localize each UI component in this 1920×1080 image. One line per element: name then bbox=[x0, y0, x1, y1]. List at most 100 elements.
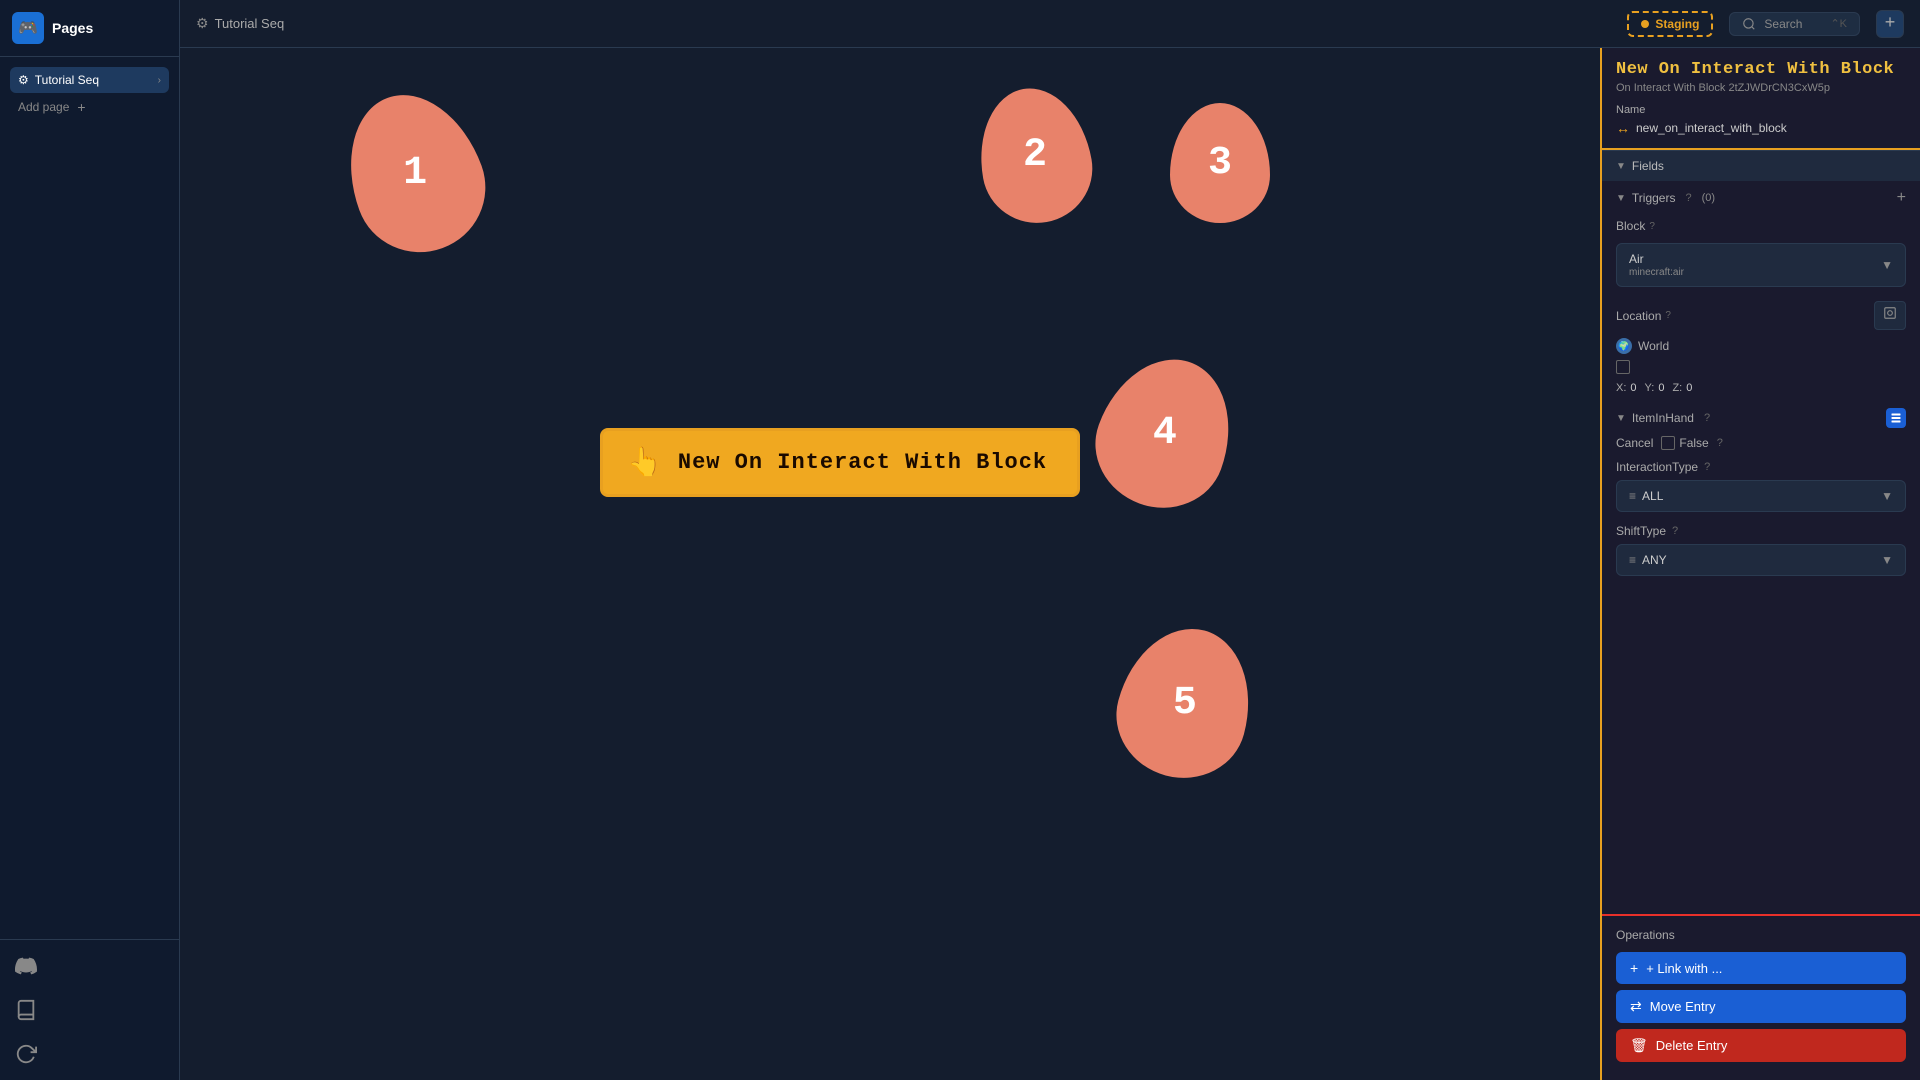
move-btn-label: Move Entry bbox=[1650, 999, 1716, 1014]
triggers-add-icon[interactable]: + bbox=[1897, 189, 1906, 207]
item-in-hand-chevron-icon: ▼ bbox=[1616, 413, 1626, 424]
location-checkbox[interactable] bbox=[1616, 360, 1630, 374]
delete-btn-label: Delete Entry bbox=[1656, 1038, 1728, 1053]
search-icon bbox=[1742, 17, 1756, 31]
location-world: 🌍 World bbox=[1616, 338, 1906, 354]
logo-symbol: 🎮 bbox=[18, 18, 38, 38]
search-shortcut: ⌃K bbox=[1830, 17, 1847, 30]
shape-4-number: 4 bbox=[1153, 410, 1177, 455]
triggers-chevron-icon: ▼ bbox=[1616, 193, 1626, 204]
name-value: new_on_interact_with_block bbox=[1636, 121, 1787, 135]
fields-section-header[interactable]: ▼ Fields bbox=[1602, 150, 1920, 181]
triggers-subsection-header[interactable]: ▼ Triggers ? (0) + bbox=[1602, 181, 1920, 213]
cancel-help-icon[interactable]: ? bbox=[1717, 437, 1723, 449]
topbar: ⚙ Tutorial Seq Staging Search ⌃K + bbox=[180, 0, 1920, 48]
block-select-sub: minecraft:air bbox=[1629, 267, 1684, 278]
y-value: 0 bbox=[1658, 382, 1664, 394]
discord-icon[interactable] bbox=[12, 952, 40, 980]
item-in-hand-help-icon[interactable]: ? bbox=[1704, 412, 1710, 424]
xyz-row: X: 0 Y: 0 Z: 0 bbox=[1616, 382, 1906, 394]
interaction-type-label: InteractionType ? bbox=[1616, 460, 1906, 474]
y-label: Y: bbox=[1645, 382, 1655, 394]
shift-type-select[interactable]: ≡ ANY ▼ bbox=[1616, 544, 1906, 576]
location-header: Location ? bbox=[1616, 301, 1906, 330]
staging-badge[interactable]: Staging bbox=[1627, 11, 1713, 37]
y-field: Y: 0 bbox=[1645, 382, 1665, 394]
block-field-value: Air minecraft:air ▼ bbox=[1602, 239, 1920, 295]
shape-3-number: 3 bbox=[1208, 141, 1232, 186]
sidebar-item-label: Tutorial Seq bbox=[35, 73, 99, 87]
sidebar: 🎮 Pages ⚙ Tutorial Seq › Add page + bbox=[0, 0, 180, 1080]
sidebar-item-tutorial-seq[interactable]: ⚙ Tutorial Seq › bbox=[10, 67, 169, 93]
item-in-hand-badge[interactable] bbox=[1886, 408, 1906, 428]
x-value: 0 bbox=[1630, 382, 1636, 394]
search-bar[interactable]: Search ⌃K bbox=[1729, 12, 1860, 36]
add-button[interactable]: + bbox=[1876, 10, 1904, 38]
interaction-type-value: ALL bbox=[1642, 489, 1875, 503]
item-in-hand-label: ItemInHand bbox=[1632, 411, 1694, 425]
block-help-icon[interactable]: ? bbox=[1649, 221, 1655, 232]
triggers-help-icon[interactable]: ? bbox=[1685, 192, 1691, 204]
link-btn-label: + Link with ... bbox=[1646, 961, 1722, 976]
staging-dot bbox=[1641, 20, 1649, 28]
block-field-row: Block ? bbox=[1602, 213, 1920, 239]
app-title: Pages bbox=[52, 20, 93, 36]
add-page-label: Add page bbox=[18, 100, 69, 114]
add-icon: + bbox=[1885, 14, 1896, 34]
shift-list-icon: ≡ bbox=[1629, 553, 1636, 567]
shift-type-section: ShiftType ? ≡ ANY ▼ bbox=[1602, 520, 1920, 584]
link-with-button[interactable]: + + Link with ... bbox=[1616, 952, 1906, 984]
shift-type-label: ShiftType ? bbox=[1616, 524, 1906, 538]
block-select-content: Air minecraft:air bbox=[1629, 252, 1684, 278]
move-icon: ⇄ bbox=[1630, 998, 1642, 1015]
fields-label: Fields bbox=[1632, 159, 1664, 173]
block-select-chevron-icon: ▼ bbox=[1881, 258, 1893, 272]
name-icon: ↔ bbox=[1616, 120, 1630, 136]
right-panel-subtitle: On Interact With Block 2tZJWDrCN3CxW5p bbox=[1616, 82, 1906, 94]
breadcrumb: ⚙ Tutorial Seq bbox=[196, 15, 284, 32]
shape-5[interactable]: 5 bbox=[1103, 614, 1267, 793]
shape-2[interactable]: 2 bbox=[969, 79, 1101, 231]
shape-1[interactable]: 1 bbox=[327, 76, 504, 271]
content-area: 1 2 3 4 5 👆 New On Interact With Block bbox=[180, 48, 1920, 1080]
move-entry-button[interactable]: ⇄ Move Entry bbox=[1616, 990, 1906, 1023]
canvas-block-label: New On Interact With Block bbox=[678, 450, 1047, 475]
cancel-false-label: False bbox=[1679, 436, 1708, 450]
cancel-row: Cancel False ? bbox=[1602, 432, 1920, 456]
location-checkbox-row bbox=[1616, 360, 1906, 374]
triggers-count: (0) bbox=[1702, 192, 1715, 204]
sidebar-item-icon: ⚙ bbox=[18, 73, 29, 87]
interaction-type-help-icon[interactable]: ? bbox=[1704, 461, 1710, 473]
interaction-list-icon: ≡ bbox=[1629, 489, 1636, 503]
block-select[interactable]: Air minecraft:air ▼ bbox=[1616, 243, 1906, 287]
location-screenshot-button[interactable] bbox=[1874, 301, 1906, 330]
fields-section: ▼ Fields ▼ Triggers ? (0) + Block ? bbox=[1602, 150, 1920, 914]
interaction-type-section: InteractionType ? ≡ ALL ▼ bbox=[1602, 456, 1920, 520]
canvas-block[interactable]: 👆 New On Interact With Block bbox=[600, 428, 1080, 497]
sidebar-bottom-icons bbox=[0, 939, 179, 1080]
shift-type-help-icon[interactable]: ? bbox=[1672, 525, 1678, 537]
operations-title: Operations bbox=[1616, 928, 1906, 942]
location-section: Location ? 🌍 World bbox=[1602, 295, 1920, 400]
canvas-area: 1 2 3 4 5 👆 New On Interact With Block bbox=[180, 48, 1600, 1080]
staging-label: Staging bbox=[1655, 17, 1699, 31]
add-page-icon: + bbox=[77, 99, 85, 115]
sidebar-logo: 🎮 Pages bbox=[0, 0, 179, 57]
cancel-checkbox[interactable] bbox=[1661, 436, 1675, 450]
delete-icon: 🗑 bbox=[1630, 1037, 1648, 1054]
delete-entry-button[interactable]: 🗑 Delete Entry bbox=[1616, 1029, 1906, 1062]
location-help-icon[interactable]: ? bbox=[1665, 310, 1671, 321]
add-page-button[interactable]: Add page + bbox=[10, 93, 169, 121]
z-label: Z: bbox=[1672, 382, 1682, 394]
refresh-icon[interactable] bbox=[12, 1040, 40, 1068]
link-icon: + bbox=[1630, 960, 1638, 976]
location-label: Location ? bbox=[1616, 309, 1671, 323]
main-wrapper: ⚙ Tutorial Seq Staging Search ⌃K + 1 2 bbox=[180, 0, 1920, 1080]
book-icon[interactable] bbox=[12, 996, 40, 1024]
right-panel-header: New On Interact With Block On Interact W… bbox=[1602, 48, 1920, 150]
shape-3[interactable]: 3 bbox=[1170, 103, 1270, 223]
shape-4[interactable]: 4 bbox=[1078, 340, 1251, 525]
sidebar-nav: ⚙ Tutorial Seq › Add page + bbox=[0, 57, 179, 939]
interaction-type-select[interactable]: ≡ ALL ▼ bbox=[1616, 480, 1906, 512]
z-field: Z: 0 bbox=[1672, 382, 1692, 394]
